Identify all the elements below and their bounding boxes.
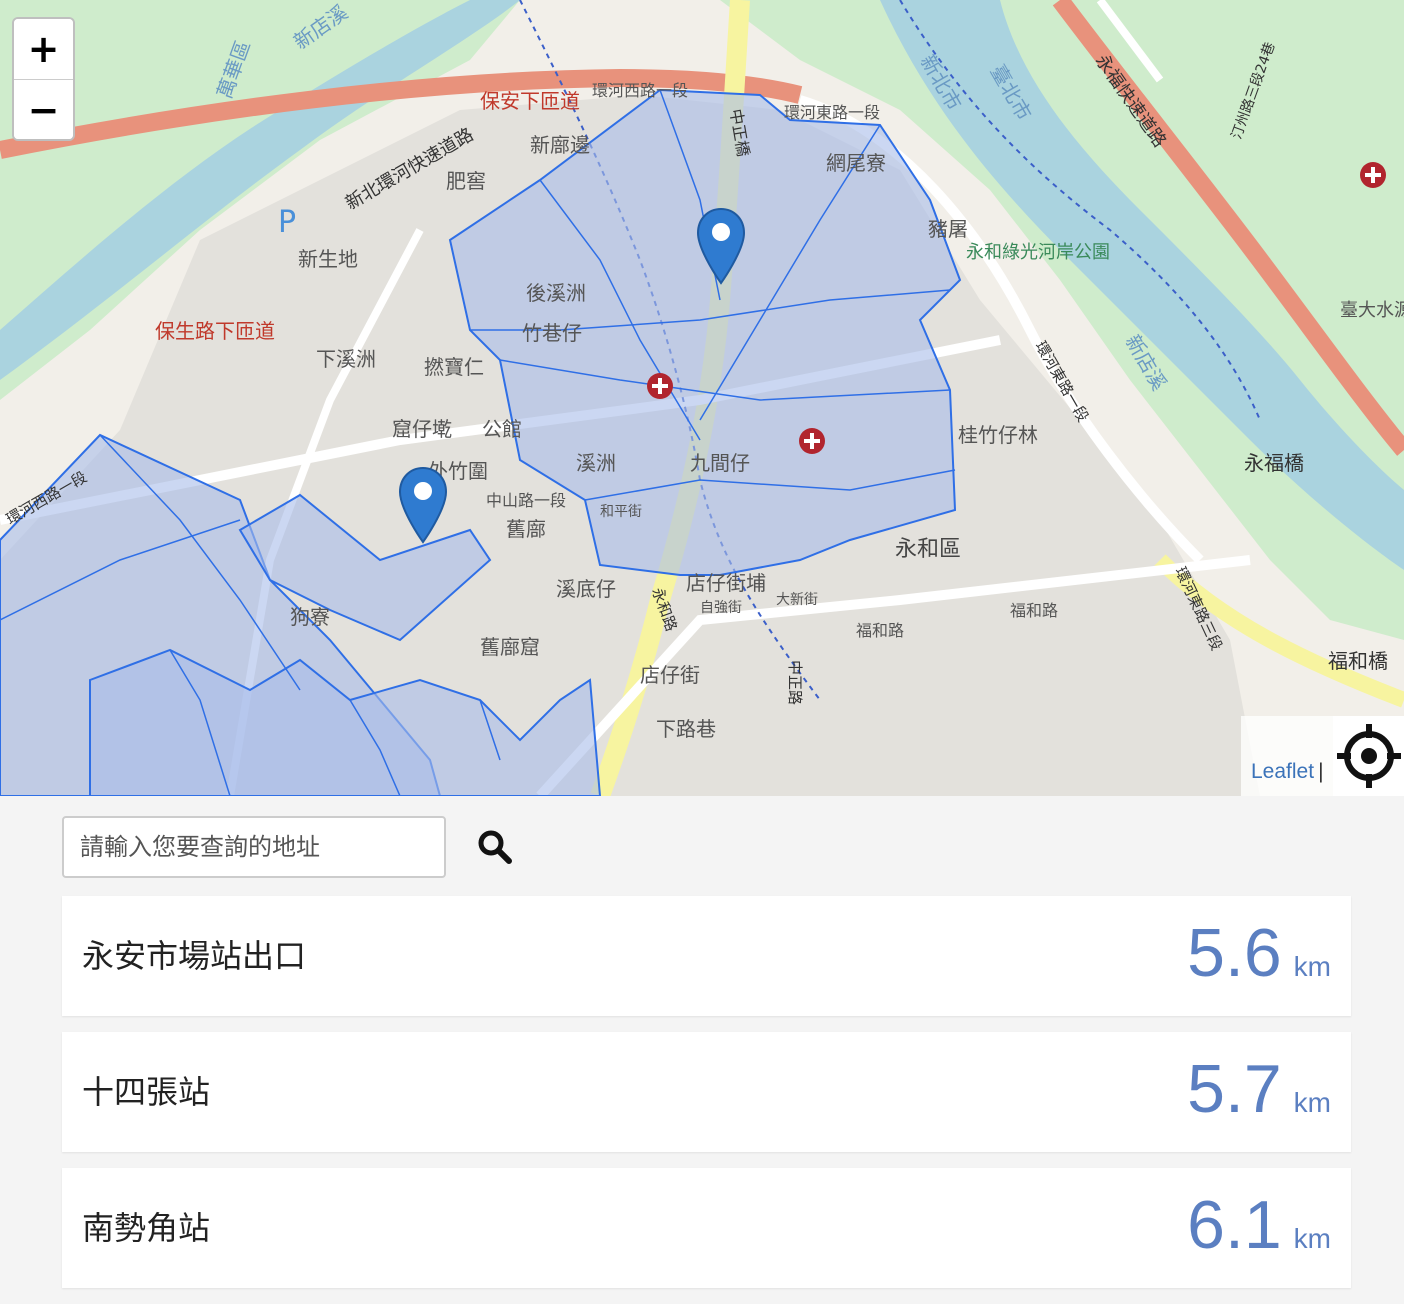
distance-unit: km xyxy=(1293,1223,1331,1254)
svg-text:舊廍窟: 舊廍窟 xyxy=(480,635,540,659)
svg-text:環河東路一段: 環河東路一段 xyxy=(784,103,880,122)
svg-text:店仔街: 店仔街 xyxy=(640,663,700,687)
svg-text:永福橋: 永福橋 xyxy=(1244,451,1304,475)
station-name: 南勢角站 xyxy=(82,1209,211,1247)
station-distance: 6.1 km xyxy=(1187,1186,1331,1264)
station-distance: 5.6 km xyxy=(1187,914,1331,992)
svg-text:大新街: 大新街 xyxy=(776,592,818,608)
svg-text:保生路下匝道: 保生路下匝道 xyxy=(155,319,275,343)
svg-text:中山路一段: 中山路一段 xyxy=(486,491,566,510)
svg-text:撚寶仁: 撚寶仁 xyxy=(424,355,484,379)
map-tiles: 保安下匝道 保生路下匝道 環河西路一段 環河東路一段 永福橋 福和橋 永和區 永… xyxy=(0,0,1404,796)
svg-text:肥窖: 肥窖 xyxy=(446,169,486,193)
distance-unit: km xyxy=(1293,1087,1331,1118)
map-marker-icon[interactable] xyxy=(398,466,448,546)
locate-button[interactable] xyxy=(1333,716,1404,796)
svg-text:窟仔墘: 窟仔墘 xyxy=(392,417,452,441)
svg-text:豬屠: 豬屠 xyxy=(928,217,968,241)
svg-text:福和路: 福和路 xyxy=(1010,601,1058,620)
svg-text:網尾寮: 網尾寮 xyxy=(826,151,886,175)
svg-text:中正路: 中正路 xyxy=(786,660,804,705)
station-name: 永安市場站出口 xyxy=(82,937,307,975)
distance-value: 5.7 xyxy=(1187,1051,1282,1127)
station-distance: 5.7 km xyxy=(1187,1050,1331,1128)
zoom-control: + − xyxy=(12,17,75,141)
svg-text:新廍邊: 新廍邊 xyxy=(530,133,590,157)
svg-text:後溪洲: 後溪洲 xyxy=(526,281,586,305)
list-item[interactable]: 十四張站 5.7 km xyxy=(62,1032,1351,1152)
svg-text:福和路: 福和路 xyxy=(856,621,904,640)
list-item[interactable]: 永安市場站出口 5.6 km xyxy=(62,896,1351,1016)
svg-text:溪洲: 溪洲 xyxy=(576,451,616,475)
map-marker-icon[interactable] xyxy=(696,207,746,287)
svg-text:永和綠光河岸公園: 永和綠光河岸公園 xyxy=(966,242,1110,263)
distance-value: 6.1 xyxy=(1187,1187,1282,1263)
svg-text:竹巷仔: 竹巷仔 xyxy=(522,321,582,345)
zoom-out-button[interactable]: − xyxy=(14,79,73,139)
crosshair-icon xyxy=(1336,724,1401,788)
svg-text:狗寮: 狗寮 xyxy=(290,605,330,629)
svg-text:自強街: 自強街 xyxy=(700,600,742,616)
attribution-separator: | xyxy=(1318,760,1324,783)
svg-text:公館: 公館 xyxy=(482,417,522,441)
svg-text:和平街: 和平街 xyxy=(600,504,642,520)
svg-text:保安下匝道: 保安下匝道 xyxy=(480,89,580,113)
svg-text:下溪洲: 下溪洲 xyxy=(316,347,376,371)
svg-text:P: P xyxy=(278,205,296,240)
svg-text:溪底仔: 溪底仔 xyxy=(556,577,616,601)
station-list: 永安市場站出口 5.6 km 十四張站 5.7 km 南勢角站 6.1 km xyxy=(62,896,1351,1304)
svg-text:九間仔: 九間仔 xyxy=(690,451,750,475)
svg-text:下路巷: 下路巷 xyxy=(656,717,716,741)
map-attribution: Leaflet | xyxy=(1241,716,1333,796)
svg-text:環河西路一段: 環河西路一段 xyxy=(592,81,688,100)
map-view[interactable]: 保安下匝道 保生路下匝道 環河西路一段 環河東路一段 永福橋 福和橋 永和區 永… xyxy=(0,0,1404,796)
svg-text:福和橋: 福和橋 xyxy=(1328,649,1388,673)
distance-value: 5.6 xyxy=(1187,915,1282,991)
search-button[interactable] xyxy=(472,824,518,870)
svg-text:舊廍: 舊廍 xyxy=(506,517,546,541)
svg-text:店仔街埔: 店仔街埔 xyxy=(686,571,766,595)
svg-text:永和區: 永和區 xyxy=(895,537,961,562)
search-icon xyxy=(478,830,512,864)
zoom-in-button[interactable]: + xyxy=(14,19,73,79)
svg-text:新生地: 新生地 xyxy=(298,247,358,271)
address-search-input[interactable] xyxy=(62,816,446,878)
leaflet-link[interactable]: Leaflet xyxy=(1251,760,1314,784)
svg-text:桂竹仔林: 桂竹仔林 xyxy=(958,423,1038,447)
distance-unit: km xyxy=(1293,951,1331,982)
list-item[interactable]: 南勢角站 6.1 km xyxy=(62,1168,1351,1288)
station-name: 十四張站 xyxy=(82,1073,211,1111)
search-bar xyxy=(62,816,562,878)
svg-text:臺大水源校區: 臺大水源校區 xyxy=(1340,300,1404,321)
